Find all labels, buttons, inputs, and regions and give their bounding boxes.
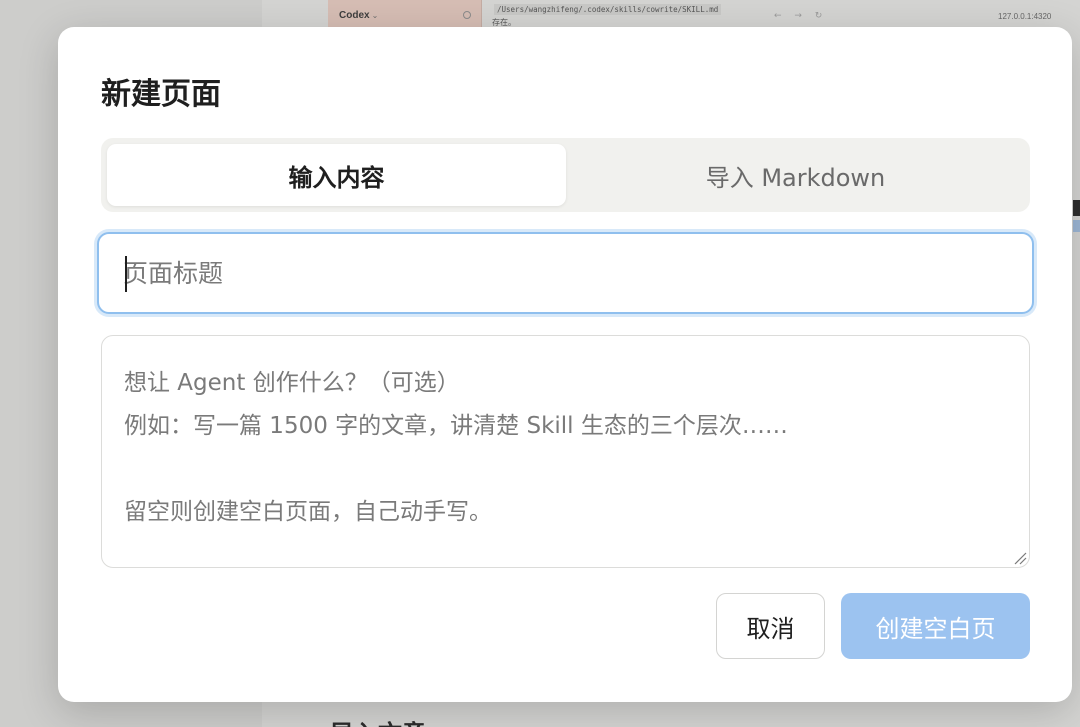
cancel-button[interactable]: 取消: [716, 593, 825, 659]
background-nav-arrows: ← → ↻: [774, 11, 828, 21]
resize-handle-icon[interactable]: [1013, 551, 1027, 565]
new-page-dialog: 新建页面 输入内容 导入 Markdown 取消 创建空白页: [58, 27, 1072, 702]
background-sidebar-title: Codex ⌄: [339, 10, 378, 21]
chevron-down-icon: ⌄: [371, 11, 379, 20]
text-caret: [125, 256, 127, 292]
create-blank-page-button-label: 创建空白页: [875, 614, 996, 643]
tab-input-content[interactable]: 输入内容: [107, 144, 566, 206]
background-sidebar-title-text: Codex: [339, 10, 370, 21]
agent-prompt-textarea[interactable]: [102, 336, 1029, 567]
page-title-field: [97, 232, 1034, 314]
tab-import-markdown[interactable]: 导入 Markdown: [566, 144, 1025, 206]
background-footer-heading: 导入文章: [330, 714, 426, 727]
tab-import-markdown-label: 导入 Markdown: [705, 163, 886, 192]
create-blank-page-button[interactable]: 创建空白页: [841, 593, 1030, 659]
dialog-title: 新建页面: [101, 77, 221, 112]
cancel-button-label: 取消: [746, 614, 795, 643]
background-right-highlight: [1073, 220, 1080, 232]
mode-tabs: 输入内容 导入 Markdown: [101, 138, 1030, 212]
background-right-marker: [1073, 200, 1080, 216]
search-icon: [463, 11, 471, 19]
agent-prompt-field: [101, 335, 1030, 568]
background-file-path: /Users/wangzhifeng/.codex/skills/cowrite…: [494, 4, 722, 15]
background-url: 127.0.0.1:4320: [998, 12, 1052, 21]
tab-input-content-label: 输入内容: [288, 163, 385, 192]
page-title-input[interactable]: [99, 234, 1032, 312]
